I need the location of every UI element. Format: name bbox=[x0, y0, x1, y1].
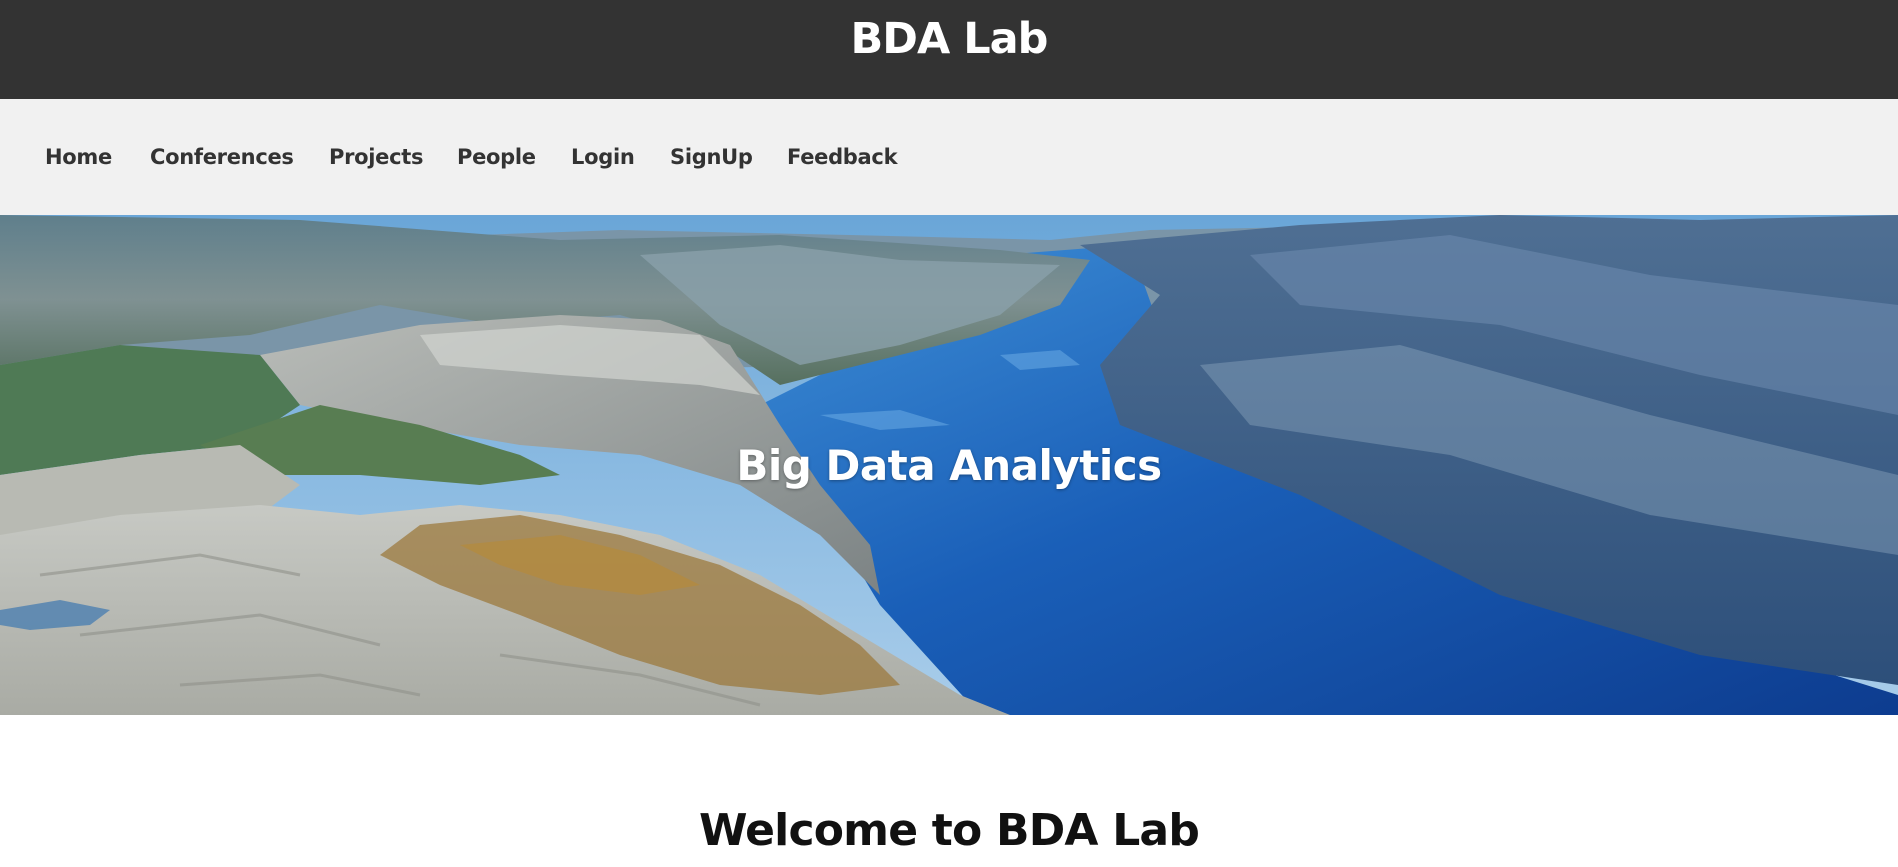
welcome-heading: Welcome to BDA Lab bbox=[698, 805, 1200, 856]
nav-item-home[interactable]: Home bbox=[45, 145, 112, 169]
hero-banner: Big Data Analytics bbox=[0, 215, 1898, 715]
nav-item-projects[interactable]: Projects bbox=[329, 145, 424, 169]
site-title: BDA Lab bbox=[850, 13, 1049, 64]
nav-item-signup[interactable]: SignUp bbox=[670, 145, 753, 169]
nav-item-feedback[interactable]: Feedback bbox=[787, 145, 898, 169]
nav-item-people[interactable]: People bbox=[457, 145, 536, 169]
hero-title: Big Data Analytics bbox=[736, 440, 1162, 490]
site-header: BDA Lab bbox=[0, 0, 1898, 99]
main-nav: Home Conferences Projects People Login S… bbox=[0, 99, 1898, 215]
nav-item-login[interactable]: Login bbox=[571, 145, 635, 169]
nav-item-conferences[interactable]: Conferences bbox=[150, 145, 294, 169]
